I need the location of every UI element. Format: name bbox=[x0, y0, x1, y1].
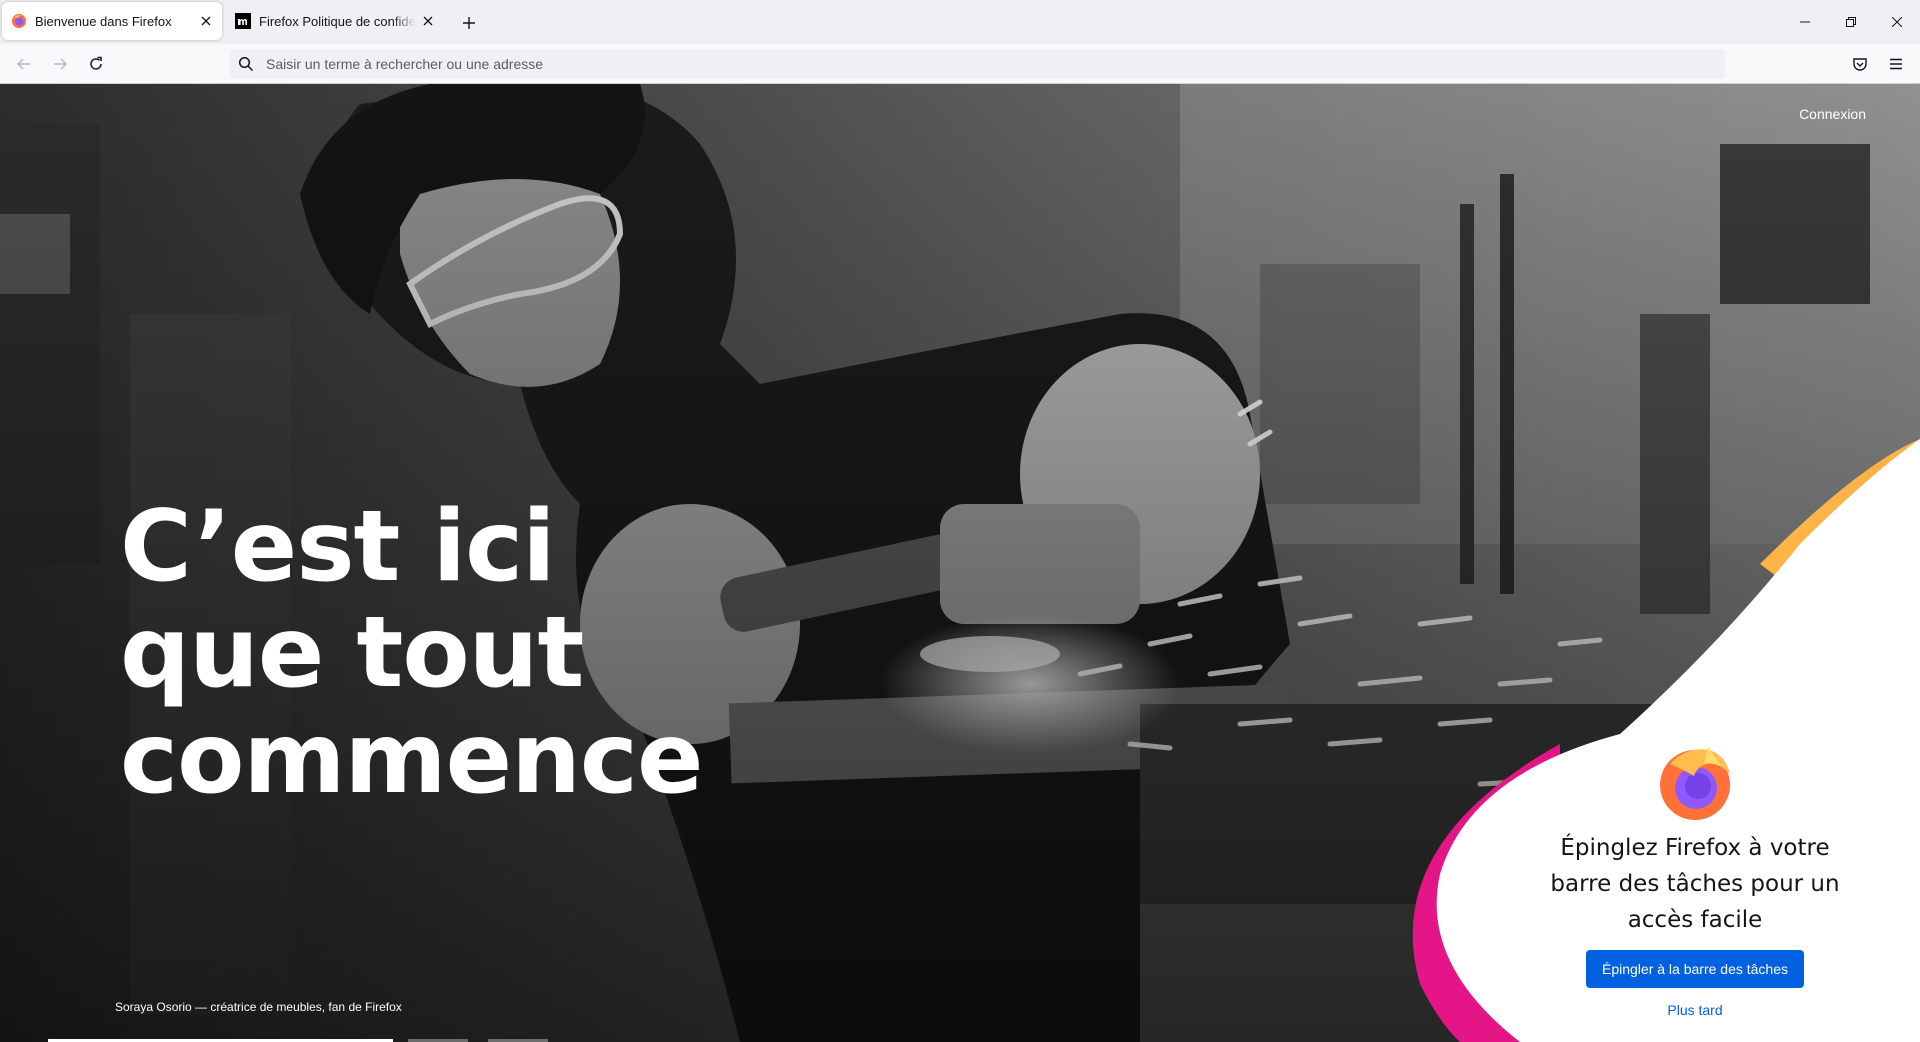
close-tab-icon[interactable] bbox=[416, 9, 440, 33]
navigation-toolbar bbox=[0, 44, 1920, 84]
firefox-logo-icon bbox=[12, 14, 26, 28]
pocket-button[interactable] bbox=[1844, 48, 1876, 80]
reload-icon bbox=[90, 56, 102, 70]
address-bar[interactable] bbox=[230, 49, 1725, 79]
pocket-icon bbox=[1853, 58, 1867, 71]
tab-privacy-policy[interactable]: Firefox Politique de confidentialité bbox=[226, 2, 444, 40]
mozilla-m-icon bbox=[235, 13, 251, 29]
forward-arrow-icon bbox=[54, 58, 68, 70]
close-icon bbox=[1892, 17, 1902, 27]
restore-icon bbox=[1846, 17, 1856, 27]
search-icon bbox=[238, 56, 254, 72]
tab-welcome[interactable]: Bienvenue dans Firefox bbox=[2, 2, 222, 40]
app-menu-button[interactable] bbox=[1880, 48, 1912, 80]
plus-icon bbox=[463, 17, 475, 29]
pin-taskbar-card: Épinglez Firefox à votre barre des tâche… bbox=[1535, 744, 1855, 1018]
not-now-link[interactable]: Plus tard bbox=[1535, 1002, 1855, 1018]
forward-button[interactable] bbox=[44, 48, 76, 80]
tab-strip: Bienvenue dans Firefox Firefox Politique… bbox=[0, 0, 1920, 44]
minimize-icon bbox=[1800, 21, 1810, 23]
restore-button[interactable] bbox=[1828, 0, 1874, 44]
tab-title: Bienvenue dans Firefox bbox=[35, 13, 172, 29]
minimize-button[interactable] bbox=[1782, 0, 1828, 44]
tab-title: Firefox Politique de confidentialité bbox=[259, 13, 416, 29]
menu-icon bbox=[1890, 58, 1902, 70]
back-arrow-icon bbox=[16, 58, 30, 70]
firefox-logo-icon bbox=[1660, 746, 1730, 820]
new-tab-button[interactable] bbox=[455, 9, 483, 37]
reload-button[interactable] bbox=[80, 48, 112, 80]
url-input[interactable] bbox=[264, 55, 1725, 73]
pin-to-taskbar-button[interactable]: Épingler à la barre des tâches bbox=[1586, 950, 1804, 988]
close-tab-icon[interactable] bbox=[194, 9, 218, 33]
welcome-page: Connexion C’est ici que tout commence So… bbox=[0, 84, 1920, 1042]
pin-card-title: Épinglez Firefox à votre barre des tâche… bbox=[1550, 835, 1840, 933]
close-window-button[interactable] bbox=[1874, 0, 1920, 44]
back-button[interactable] bbox=[8, 48, 40, 80]
